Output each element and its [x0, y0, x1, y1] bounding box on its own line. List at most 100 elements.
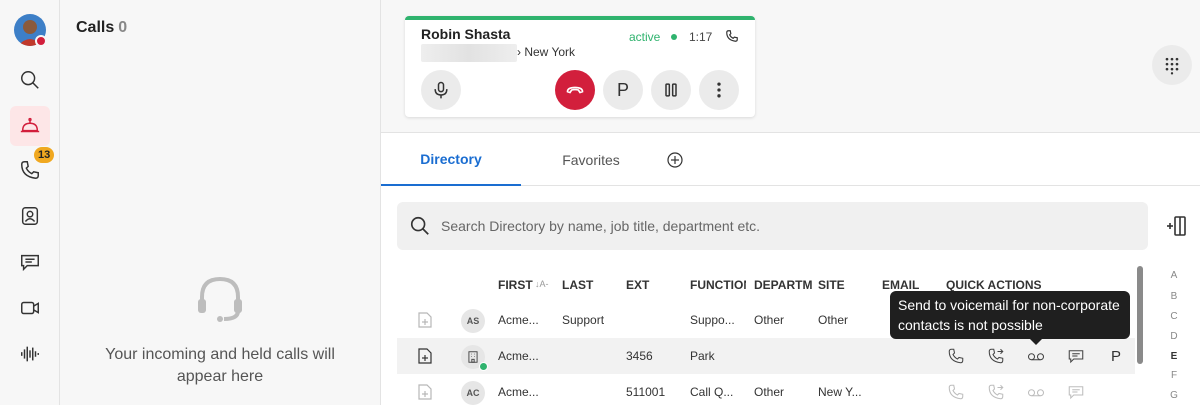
video-meetings-icon[interactable]: [10, 288, 50, 328]
quick-park-button[interactable]: P: [1106, 346, 1126, 366]
search-icon: [410, 216, 429, 235]
quick-call-button[interactable]: [946, 346, 966, 366]
col-header-department[interactable]: DEPARTMENT: [754, 278, 812, 292]
call-status: active: [629, 30, 661, 44]
cell-last: Support: [562, 313, 605, 327]
tab-favorites[interactable]: Favorites: [521, 134, 661, 186]
col-header-first[interactable]: FIRST: [498, 278, 536, 292]
chat-icon: [1068, 386, 1084, 400]
col-header-email[interactable]: EMAIL: [882, 278, 930, 292]
contact-avatar: AC: [461, 381, 485, 405]
phone-transfer-icon: [988, 348, 1004, 364]
alpha-index-e[interactable]: E: [1167, 351, 1181, 362]
headset-icon: [198, 276, 242, 322]
column-settings-icon[interactable]: [1165, 214, 1187, 238]
add-contact-icon[interactable]: [417, 311, 433, 329]
active-call-band: Robin Shasta › New York active 1:17 P: [381, 0, 1200, 133]
dialpad-button[interactable]: [1152, 45, 1192, 85]
end-call-button[interactable]: [555, 70, 595, 110]
alpha-index-f[interactable]: F: [1167, 370, 1181, 381]
cell-site: Other: [818, 313, 849, 327]
cell-function: Suppo...: [690, 313, 735, 327]
add-contact-icon[interactable]: [417, 383, 433, 401]
empty-calls-message: Your incoming and held calls will appear…: [105, 346, 335, 385]
cell-function: Park: [690, 349, 715, 363]
add-tab-icon[interactable]: [667, 152, 683, 168]
cell-function: Call Q...: [690, 385, 734, 399]
call-timer: 1:17: [689, 30, 713, 44]
messaging-icon[interactable]: [10, 242, 50, 282]
search-nav-icon[interactable]: [10, 60, 50, 100]
caller-location-text: New York: [524, 45, 576, 59]
table-scrollbar[interactable]: [1137, 266, 1143, 364]
cell-ext: 511001: [626, 385, 666, 399]
nav-rail: 13: [0, 0, 60, 405]
pause-icon: [665, 83, 677, 97]
table-row[interactable]: AC Acme... 511001 Call Q... Other New Y.…: [397, 374, 1135, 405]
presence-available-icon: [479, 362, 488, 371]
col-header-ext[interactable]: EXT: [626, 278, 674, 292]
alpha-index-c[interactable]: C: [1167, 311, 1181, 322]
table-row[interactable]: Acme... 3456 Park P: [397, 338, 1135, 374]
park-call-button[interactable]: P: [603, 70, 643, 110]
cell-department: Other: [754, 313, 785, 327]
caller-location: › New York: [517, 45, 576, 59]
active-call-card: Robin Shasta › New York active 1:17 P: [405, 16, 755, 117]
alpha-index-g[interactable]: G: [1167, 390, 1181, 401]
quick-transfer-button[interactable]: [986, 382, 1006, 402]
more-options-button[interactable]: [699, 70, 739, 110]
mute-button[interactable]: [421, 70, 461, 110]
voicemail-icon: [1027, 353, 1045, 361]
cell-first: Acme...: [498, 385, 539, 399]
caller-number-redacted: [421, 44, 517, 62]
microphone-icon: [434, 81, 448, 99]
voicemail-tooltip: Send to voicemail for non-corporate cont…: [890, 291, 1130, 339]
active-status-dot: [671, 34, 677, 40]
phone-icon: [948, 384, 964, 400]
cell-site: New Y...: [818, 385, 862, 399]
building-icon: [468, 351, 478, 363]
quick-chat-button[interactable]: [1066, 346, 1086, 366]
quick-voicemail-button[interactable]: [1026, 382, 1046, 402]
tab-directory[interactable]: Directory: [381, 134, 521, 186]
calls-title-label: Calls: [76, 19, 115, 36]
voicemail-icon: [1027, 389, 1045, 397]
quick-chat-button[interactable]: [1066, 382, 1086, 402]
quick-transfer-button[interactable]: [986, 346, 1006, 366]
col-header-function[interactable]: FUNCTION: [690, 278, 746, 292]
contact-avatar: AS: [461, 309, 485, 333]
main-area: Robin Shasta › New York active 1:17 P Di…: [381, 0, 1200, 405]
cell-department: Other: [754, 385, 785, 399]
col-header-last[interactable]: LAST: [562, 278, 610, 292]
chat-icon: [1068, 350, 1084, 364]
col-header-site[interactable]: SITE: [818, 278, 866, 292]
directory-tabs: Directory Favorites: [381, 134, 1200, 186]
voicemail-waveform-icon[interactable]: [10, 334, 50, 374]
quick-call-button[interactable]: [946, 382, 966, 402]
calls-count: 0: [118, 19, 128, 36]
alpha-index-b[interactable]: B: [1167, 291, 1181, 302]
calls-bell-icon[interactable]: [10, 106, 50, 146]
quick-voicemail-button[interactable]: [1026, 346, 1046, 366]
missed-calls-badge: 13: [34, 147, 55, 163]
directory-search-input[interactable]: [441, 202, 1131, 250]
contacts-icon[interactable]: [10, 196, 50, 236]
phone-icon: [948, 348, 964, 364]
alpha-index-a[interactable]: A: [1167, 270, 1181, 281]
hang-up-icon: [566, 86, 584, 94]
cell-ext: 3456: [626, 349, 653, 363]
col-header-quick-actions: QUICK ACTIONS: [946, 278, 1042, 292]
add-contact-icon[interactable]: [417, 347, 433, 365]
cell-first: Acme...: [498, 349, 539, 363]
cell-first: Acme...: [498, 313, 539, 327]
alpha-index-d[interactable]: D: [1167, 331, 1181, 342]
dialpad-icon: [1165, 57, 1179, 75]
caller-name: Robin Shasta: [421, 26, 511, 42]
calls-title: Calls 0: [76, 19, 127, 37]
vertical-dots-icon: [717, 82, 721, 98]
calls-panel: Calls 0 Your incoming and held calls will…: [60, 0, 381, 405]
phone-transfer-icon: [988, 384, 1004, 400]
phone-icon: [726, 30, 738, 42]
sort-indicator[interactable]: ↓A-: [535, 279, 549, 289]
hold-button[interactable]: [651, 70, 691, 110]
